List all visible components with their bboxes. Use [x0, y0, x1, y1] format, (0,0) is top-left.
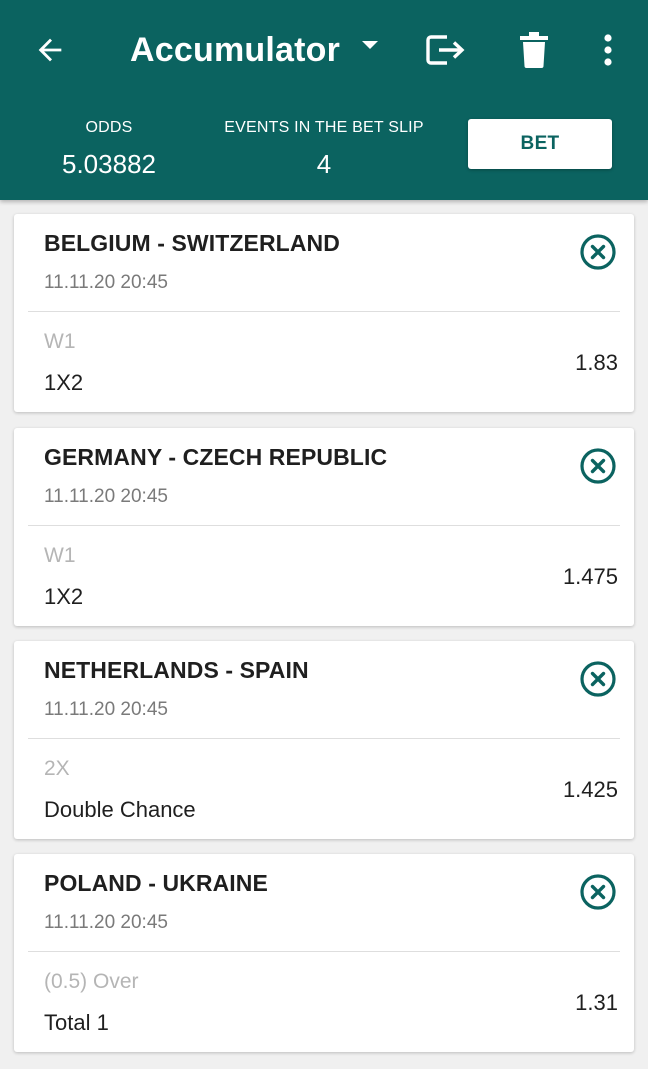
remove-bet-button[interactable]	[578, 232, 618, 272]
page-title: Accumulator	[130, 30, 341, 69]
bet-coefficient: 1.83	[575, 350, 618, 375]
export-button[interactable]	[416, 22, 476, 78]
more-options-button[interactable]	[586, 22, 630, 78]
divider	[28, 951, 620, 952]
bet-card: GERMANY - CZECH REPUBLIC 11.11.20 20:45 …	[14, 428, 634, 626]
back-button[interactable]	[22, 22, 78, 78]
bet-coefficient: 1.425	[562, 777, 618, 802]
bet-outcome: (0.5) Over	[44, 970, 139, 993]
bet-outcome: 2X	[44, 757, 70, 780]
match-datetime: 11.11.20 20:45	[44, 272, 168, 293]
bet-type-selector[interactable]: Accumulator	[130, 24, 380, 76]
app-header: Accumulator ODDS 5.03882 EVENTS IN THE B…	[0, 0, 648, 200]
close-circle-icon	[580, 661, 616, 697]
match-title: NETHERLANDS - SPAIN	[44, 657, 309, 683]
events-value: 4	[316, 149, 332, 179]
delete-all-button[interactable]	[506, 22, 562, 78]
events-summary: EVENTS IN THE BET SLIP 4	[214, 119, 434, 180]
bet-market: Total 1	[44, 1010, 109, 1035]
place-bet-button[interactable]: BET	[468, 119, 612, 169]
bet-market: 1X2	[44, 370, 84, 395]
remove-bet-button[interactable]	[578, 872, 618, 912]
bet-outcome: W1	[44, 544, 76, 567]
bet-card: NETHERLANDS - SPAIN 11.11.20 20:45 2X Do…	[14, 641, 634, 839]
match-datetime: 11.11.20 20:45	[44, 912, 168, 933]
match-title: POLAND - UKRAINE	[44, 870, 268, 896]
match-title: GERMANY - CZECH REPUBLIC	[44, 444, 388, 470]
remove-bet-button[interactable]	[578, 659, 618, 699]
arrow-left-icon	[38, 38, 62, 62]
match-datetime: 11.11.20 20:45	[44, 486, 168, 507]
bet-market: Double Chance	[44, 797, 196, 822]
match-datetime: 11.11.20 20:45	[44, 699, 168, 720]
divider	[28, 738, 620, 739]
close-circle-icon	[580, 874, 616, 910]
bet-market: 1X2	[44, 584, 84, 609]
more-vertical-icon	[604, 34, 612, 66]
odds-value: 5.03882	[62, 149, 156, 179]
close-circle-icon	[580, 448, 616, 484]
bet-card: BELGIUM - SWITZERLAND 11.11.20 20:45 W1 …	[14, 214, 634, 412]
odds-summary: ODDS 5.03882	[40, 119, 178, 180]
trash-icon	[520, 32, 548, 68]
caret-down-icon	[362, 41, 379, 49]
export-icon	[426, 35, 465, 65]
bet-outcome: W1	[44, 330, 76, 353]
remove-bet-button[interactable]	[578, 446, 618, 486]
bet-card: POLAND - UKRAINE 11.11.20 20:45 (0.5) Ov…	[14, 854, 634, 1052]
divider	[28, 311, 620, 312]
match-title: BELGIUM - SWITZERLAND	[44, 230, 340, 256]
events-label: EVENTS IN THE BET SLIP	[224, 119, 424, 136]
bet-coefficient: 1.475	[562, 564, 618, 589]
close-circle-icon	[580, 234, 616, 270]
odds-label: ODDS	[85, 119, 133, 136]
bet-coefficient: 1.31	[575, 990, 618, 1015]
divider	[28, 525, 620, 526]
